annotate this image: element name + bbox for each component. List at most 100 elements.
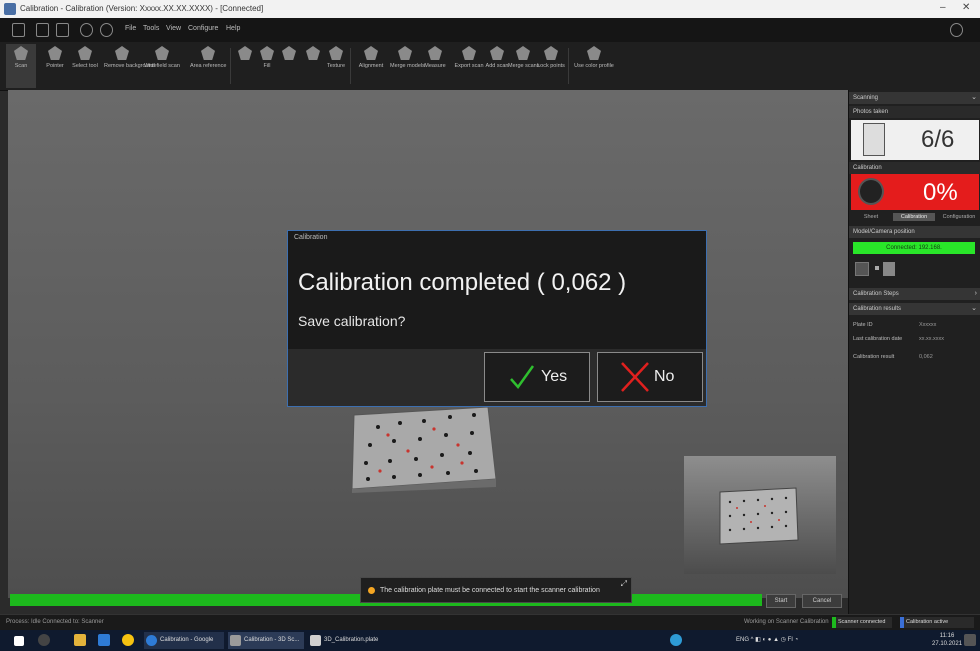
tool-c-icon (306, 46, 320, 60)
texture-icon (329, 46, 343, 60)
ribbon-pointer-button[interactable]: Pointer (40, 44, 70, 88)
menu-tools[interactable]: Tools (143, 25, 159, 32)
area-reference-icon (201, 46, 215, 60)
ribbon-color-profile-button[interactable]: Use color profile (572, 44, 616, 88)
calibration-steps-header: Calibration Steps › (849, 288, 980, 300)
calibration-status-badge: Calibration active (900, 617, 974, 628)
dialog-button-bar: Yes No (288, 349, 706, 406)
menu-view[interactable]: View (166, 25, 181, 32)
dialog-title: Calibration (294, 234, 328, 241)
settings-icon[interactable] (950, 23, 963, 37)
menu-help[interactable]: Help (226, 25, 240, 32)
scanner-app-icon (230, 635, 241, 646)
menu-file[interactable]: File (125, 25, 136, 32)
ribbon-scan-button[interactable]: Scan (6, 44, 36, 88)
panel-header: Scanning ⌄ (849, 92, 980, 104)
window-title: Calibration - Calibration (Version: Xxxx… (20, 4, 264, 13)
tab-calibration[interactable]: Calibration (893, 213, 935, 221)
preview-plate-model (719, 487, 799, 545)
taskbar-app-scanner[interactable]: Calibration - 3D Sc... (228, 632, 304, 649)
redo-icon[interactable] (100, 23, 113, 37)
new-file-icon[interactable] (36, 23, 49, 37)
start-button[interactable]: Start (766, 594, 796, 608)
export-icon (462, 46, 476, 60)
calibration-section-header: Calibration (849, 162, 980, 174)
close-button[interactable]: ✕ (962, 2, 970, 13)
app-icon (4, 3, 16, 15)
ribbon-merge-scans-button[interactable]: Merge scans (508, 44, 540, 88)
merge-scans-icon (516, 46, 530, 60)
ribbon-widefield-button[interactable]: Widefield scan (144, 44, 180, 88)
browser-icon (146, 635, 157, 646)
dot-icon (875, 266, 879, 270)
taskbar-app-plate-file[interactable]: 3D_Calibration.plate (308, 632, 388, 649)
minimize-button[interactable]: – (940, 2, 946, 13)
camera-icon[interactable] (855, 262, 869, 276)
calibration-result-value: 0,062 (919, 354, 933, 360)
taskbar-app-browser[interactable]: Calibration - Google (144, 632, 224, 649)
start-icon[interactable] (14, 636, 24, 646)
save-icon[interactable] (56, 23, 69, 37)
no-label: No (654, 368, 675, 385)
photos-section-header: Photos taken (849, 106, 980, 118)
tab-sheet[interactable]: Sheet (853, 213, 889, 221)
dialog-message: Calibration completed ( 0,062 ) (298, 269, 627, 296)
photo-count: 6/6 (921, 126, 955, 153)
cancel-button[interactable]: Cancel (802, 594, 842, 608)
status-right-text: Working on Scanner Calibration (744, 619, 829, 625)
tool-a-icon (238, 46, 252, 60)
ribbon-separator (230, 48, 231, 84)
ribbon-tool-a-button[interactable] (234, 44, 256, 88)
dialog-question: Save calibration? (298, 313, 406, 329)
last-calibration-label: Last calibration date (853, 336, 903, 342)
file-icon (310, 635, 321, 646)
ribbon-fill-button[interactable]: Fill (256, 44, 278, 88)
ribbon-separator (568, 48, 569, 84)
system-tray[interactable]: ENG ^ ◧ ◐ ● ▲ ◷ FI ◔ (736, 636, 798, 643)
home-icon[interactable] (12, 23, 25, 37)
calibration-percent: 0% (923, 179, 958, 206)
store-icon[interactable] (98, 634, 110, 646)
menu-configure[interactable]: Configure (188, 25, 218, 32)
ribbon-toolbar: Scan Pointer Select tool Remove backgrou… (0, 42, 980, 91)
ribbon-remove-background-button[interactable]: Remove background (104, 44, 155, 88)
tab-configuration[interactable]: Configuration (939, 213, 979, 221)
ribbon-merge-models-button[interactable]: Merge models (390, 44, 425, 88)
ribbon-lock-points-button[interactable]: Lock points (536, 44, 566, 88)
network-icon[interactable] (670, 634, 682, 646)
ribbon-export-scan-button[interactable]: Export scan (454, 44, 484, 88)
ribbon-tool-c-button[interactable] (302, 44, 324, 88)
search-icon[interactable] (38, 634, 50, 646)
chrome-icon[interactable] (122, 634, 134, 646)
calibration-results-header: Calibration results ⌄ (849, 303, 980, 315)
calibration-dialog: Calibration Calibration completed ( 0,06… (287, 230, 707, 407)
menu-bar: File Tools View Configure Help (0, 18, 980, 42)
measure-icon (428, 46, 442, 60)
ribbon-area-reference-button[interactable]: Area reference (190, 44, 226, 88)
scanner-status-badge: Scanner connected (832, 617, 892, 628)
taskbar: Calibration - Google Calibration - 3D Sc… (0, 630, 980, 651)
ribbon-tool-b-button[interactable] (278, 44, 300, 88)
collapse-icon[interactable]: ⌄ (971, 92, 977, 104)
file-explorer-icon[interactable] (74, 634, 86, 646)
select-icon (78, 46, 92, 60)
ribbon-select-button[interactable]: Select tool (70, 44, 100, 88)
yes-button[interactable]: Yes (484, 352, 590, 402)
viewport-preview (684, 456, 836, 574)
notifications-icon[interactable] (964, 634, 976, 646)
color-profile-icon (587, 46, 601, 60)
merge-icon (398, 46, 412, 60)
clock[interactable]: 11:16 27.10.2021 (932, 632, 962, 648)
scan-icon (14, 46, 28, 60)
ribbon-alignment-button[interactable]: Alignment (354, 44, 388, 88)
no-button[interactable]: No (597, 352, 703, 402)
ribbon-texture-button[interactable]: Texture (324, 44, 348, 88)
expand-icon[interactable]: ⤢ (621, 579, 627, 589)
calibration-result-label: Calibration result (853, 354, 895, 360)
status-left-text: Process: Idle Connected to: Scanner (6, 619, 104, 625)
ribbon-measure-button[interactable]: Measure (420, 44, 450, 88)
plate-id-value: Xxxxxx (919, 322, 937, 328)
remove-background-icon (115, 46, 129, 60)
undo-icon[interactable] (80, 23, 93, 37)
device-icon[interactable] (883, 262, 895, 276)
